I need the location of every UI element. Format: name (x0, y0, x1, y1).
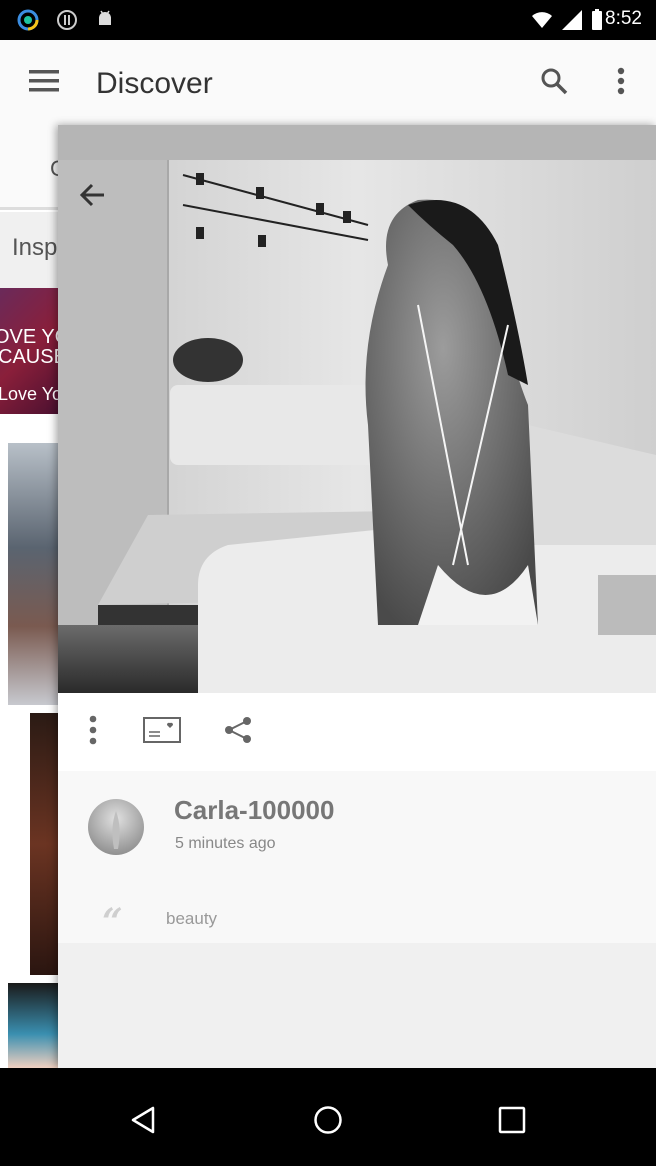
background-card[interactable]: OVE YO CAUSE Love Yo (0, 288, 60, 414)
menu-button[interactable] (20, 59, 68, 107)
back-button[interactable] (68, 173, 116, 221)
nav-back-button[interactable] (120, 1098, 168, 1146)
photo-illustration (58, 125, 656, 693)
avatar[interactable] (88, 799, 144, 855)
page-title: Discover (96, 67, 213, 100)
post-lower-area (58, 943, 656, 1068)
postcard-button[interactable] (138, 708, 186, 756)
share-icon (223, 715, 253, 750)
post-photo[interactable] (58, 125, 656, 693)
arrow-back-icon (78, 181, 106, 214)
navigation-bar (0, 1068, 656, 1166)
action-bar (58, 693, 656, 771)
background-card[interactable] (30, 713, 60, 975)
background-section-label: Insp (12, 234, 58, 261)
square-recents-icon (498, 1106, 526, 1139)
circle-app-icon (16, 8, 40, 32)
background-card[interactable] (8, 443, 60, 705)
status-bar: 8:52 (0, 0, 656, 40)
post-caption: beauty (166, 909, 218, 928)
app-bar: Discover (0, 40, 656, 126)
more-vert-icon (617, 67, 625, 100)
more-vert-icon (89, 715, 97, 750)
share-button[interactable] (214, 708, 262, 756)
post-time: 5 minutes ago (175, 835, 276, 852)
author-name[interactable]: Carla-100000 (174, 795, 334, 826)
wifi-icon (530, 8, 554, 32)
signal-icon (560, 8, 584, 32)
nav-home-button[interactable] (304, 1098, 352, 1146)
background-card[interactable] (8, 983, 60, 1068)
nav-recents-button[interactable] (488, 1098, 536, 1146)
circle-home-icon (313, 1105, 343, 1140)
post-more-button[interactable] (69, 708, 117, 756)
quote-icon: “ (102, 901, 123, 943)
background-card-text: CAUSE (0, 346, 60, 368)
pause-icon (55, 8, 79, 32)
postcard-heart-icon (143, 716, 181, 748)
android-icon (93, 8, 117, 32)
detail-panel: Carla-100000 5 minutes ago “ beauty (58, 125, 656, 1068)
search-button[interactable] (530, 59, 578, 107)
screen: 8:52 Discover C Insp OVE YO CAUSE Love Y… (0, 0, 656, 1166)
triangle-back-icon (129, 1105, 159, 1140)
hamburger-icon (29, 69, 59, 97)
more-options-button[interactable] (597, 59, 645, 107)
search-icon (540, 67, 568, 100)
post-info: Carla-100000 5 minutes ago “ beauty (58, 771, 656, 943)
status-time: 8:52 (605, 8, 642, 29)
background-card-text: Love Yo (0, 384, 60, 404)
